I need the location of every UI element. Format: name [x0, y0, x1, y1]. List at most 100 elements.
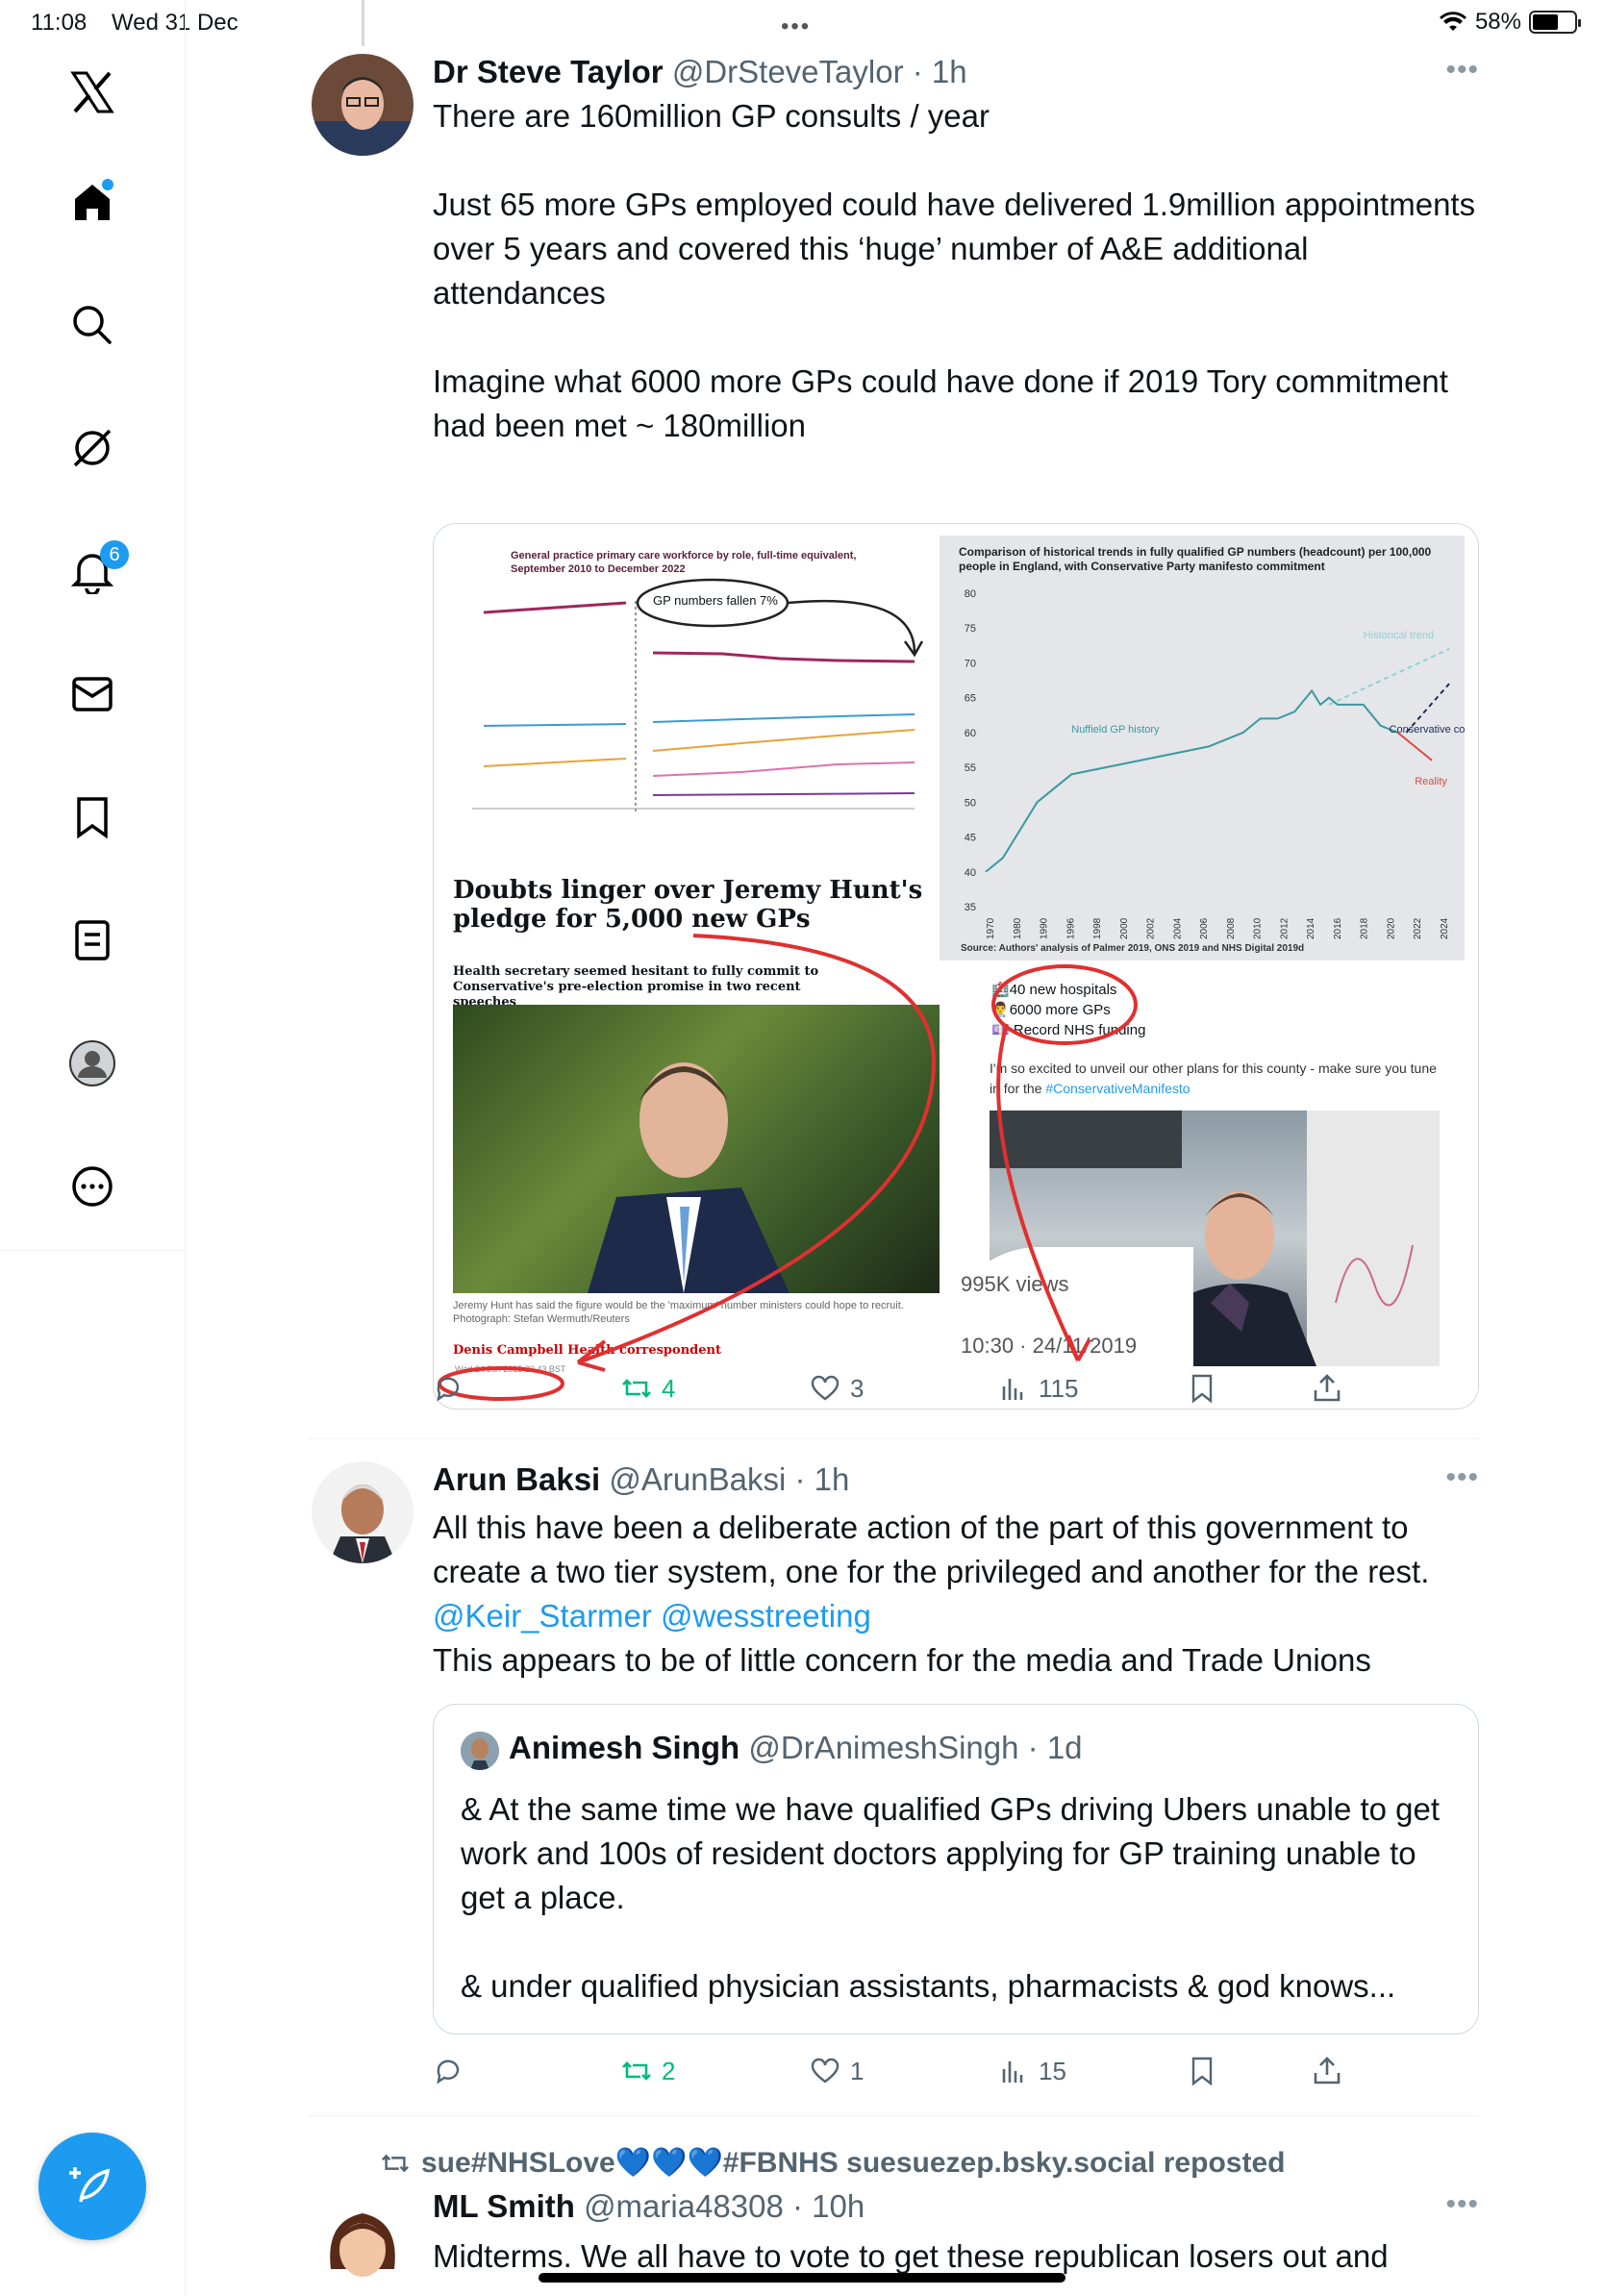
repost-icon: [622, 2061, 651, 2081]
home-indicator[interactable]: [539, 2273, 1065, 2283]
x-tick-label: 2012: [1279, 917, 1290, 939]
tweet-paragraph: Just 65 more GPs employed could have del…: [433, 187, 1476, 311]
x-tick-label: 1980: [1013, 917, 1023, 939]
tweet-mentions[interactable]: @Keir_Starmer @wesstreeting: [433, 1594, 1479, 1638]
video-views: 995K views: [961, 1272, 1069, 1296]
tweet-actions: 2 1 15: [433, 2056, 1394, 2094]
heart-icon: [811, 2058, 840, 2084]
bookmark-button[interactable]: [1187, 1373, 1217, 1404]
photo-caption: Jeremy Hunt has said the figure would be…: [453, 1300, 904, 1325]
quote-paragraph: & At the same time we have qualified GPs…: [461, 1791, 1441, 1915]
repost-button[interactable]: 4: [621, 1373, 675, 1404]
reply-button[interactable]: [433, 2056, 464, 2086]
home-icon[interactable]: [63, 173, 121, 231]
grok-icon[interactable]: [63, 419, 121, 477]
y-tick-label: 35: [965, 902, 976, 913]
repost-count: 2: [662, 2056, 676, 2085]
gp-history-chart: Comparison of historical trends in fully…: [940, 536, 1465, 961]
series-line: [1328, 648, 1450, 706]
multitasking-dots[interactable]: •••: [781, 13, 811, 40]
x-tick-label: 2006: [1199, 917, 1210, 939]
profile-avatar-icon[interactable]: [63, 1035, 121, 1092]
tweet-more-icon[interactable]: •••: [1445, 54, 1479, 87]
quote-author-name: Animesh Singh: [509, 1730, 740, 1765]
gp-fallen-label: GP numbers fallen 7%: [653, 593, 778, 608]
repost-text[interactable]: sue#NHSLove💙💙💙#FBNHS suesuezep.bsky.soci…: [421, 2146, 1285, 2180]
x-tick-label: 2014: [1306, 917, 1316, 939]
quote-avatar: [461, 1732, 499, 1770]
tweet-arun-baksi[interactable]: Arun Baksi @ArunBaksi · 1h ••• All this …: [308, 1461, 1479, 2116]
notifications-icon[interactable]: 6: [63, 540, 129, 600]
share-button[interactable]: [1312, 1373, 1342, 1404]
x-tick-label: 2020: [1386, 917, 1396, 939]
quoted-tweet[interactable]: Animesh Singh @DrAnimeshSingh · 1d & At …: [433, 1704, 1479, 2034]
author-handle[interactable]: @DrSteveTaylor: [672, 54, 904, 89]
repost-button[interactable]: 2: [621, 2056, 675, 2086]
author-name[interactable]: Dr Steve Taylor: [433, 54, 664, 89]
tweet-time: · 1h: [912, 54, 967, 89]
author-handle[interactable]: @maria48308: [584, 2188, 784, 2224]
series-label: Reality: [1415, 776, 1447, 787]
battery-percent: 58%: [1474, 9, 1521, 35]
manifesto-tweet-screenshot: 🏥40 new hospitals 👨‍⚕️6000 more GPs 💷 Re…: [943, 966, 1472, 1409]
tweet-header: ML Smith @maria48308 · 10h: [433, 2188, 865, 2225]
x-tick-label: 2024: [1440, 917, 1450, 939]
like-button[interactable]: 3: [810, 1373, 864, 1404]
bookmark-icon: [1191, 2057, 1213, 2086]
tweet-header: Dr Steve Taylor @DrSteveTaylor · 1h: [433, 54, 967, 90]
views-button[interactable]: 115: [998, 1373, 1078, 1404]
author-name[interactable]: Arun Baksi: [433, 1461, 600, 1497]
like-button[interactable]: 1: [810, 2056, 864, 2086]
tweet-media-image[interactable]: General practice primary care workforce …: [433, 523, 1479, 1410]
reply-button[interactable]: [433, 1373, 464, 1404]
tweet-paragraph: This appears to be of little concern for…: [433, 1642, 1371, 1678]
bookmark-button[interactable]: [1187, 2056, 1217, 2086]
manifesto-item: 💷 Record NHS funding: [991, 1022, 1146, 1038]
manifesto-list: 🏥40 new hospitals 👨‍⚕️6000 more GPs 💷 Re…: [991, 980, 1145, 1040]
tweet-steve-taylor[interactable]: Dr Steve Taylor @DrSteveTaylor · 1h ••• …: [308, 54, 1479, 1439]
share-icon: [1314, 2057, 1341, 2084]
x-tick-label: 2002: [1146, 917, 1157, 939]
y-tick-label: 65: [965, 693, 976, 705]
reply-icon: [437, 2059, 460, 2084]
manifesto-item: 🏥40 new hospitals: [991, 982, 1117, 998]
share-button[interactable]: [1312, 2056, 1342, 2086]
avatar[interactable]: [312, 1461, 414, 1563]
bookmarks-icon[interactable]: [63, 788, 121, 846]
x-tick-label: 2016: [1333, 917, 1343, 939]
like-count: 1: [850, 2056, 865, 2085]
views-count: 115: [1039, 1373, 1079, 1403]
quote-paragraph: & under qualified physician assistants, …: [461, 1968, 1396, 2004]
author-handle[interactable]: @ArunBaksi: [609, 1461, 786, 1497]
avatar[interactable]: [312, 2192, 414, 2294]
manifesto-hashtag: #ConservativeManifesto: [1045, 1081, 1190, 1096]
tweet-separator: [308, 2115, 1479, 2116]
lists-icon[interactable]: [63, 911, 121, 969]
thread-line: [362, 0, 364, 46]
y-tick-label: 40: [965, 867, 976, 879]
x-logo-icon[interactable]: [63, 63, 121, 121]
x-tick-label: 2022: [1413, 917, 1423, 939]
like-count: 3: [850, 1373, 865, 1403]
search-icon[interactable]: [63, 296, 121, 354]
manifesto-item: 👨‍⚕️6000 more GPs: [991, 1002, 1111, 1018]
reply-icon: [437, 1377, 460, 1402]
y-tick-label: 60: [965, 728, 976, 739]
avatar[interactable]: [312, 54, 414, 156]
sidebar: 6: [0, 0, 186, 2296]
tweet-more-icon[interactable]: •••: [1445, 2188, 1479, 2221]
tweet-text: All this have been a deliberate action o…: [433, 1506, 1479, 1683]
repost-icon: [622, 1379, 651, 1398]
views-chart-icon: [1002, 2061, 1023, 2083]
tweet-more-icon[interactable]: •••: [1445, 1461, 1479, 1494]
more-options-icon[interactable]: [63, 1158, 121, 1215]
tweet-time: · 10h: [792, 2188, 865, 2224]
x-tick-label: 2018: [1360, 917, 1370, 939]
views-button[interactable]: 15: [998, 2056, 1066, 2086]
battery-icon: [1529, 11, 1581, 34]
compose-post-button[interactable]: [38, 2133, 146, 2240]
heart-icon: [811, 1375, 840, 1401]
author-name[interactable]: ML Smith: [433, 2188, 575, 2224]
messages-icon[interactable]: [63, 665, 121, 723]
article-photo: [453, 1005, 940, 1293]
